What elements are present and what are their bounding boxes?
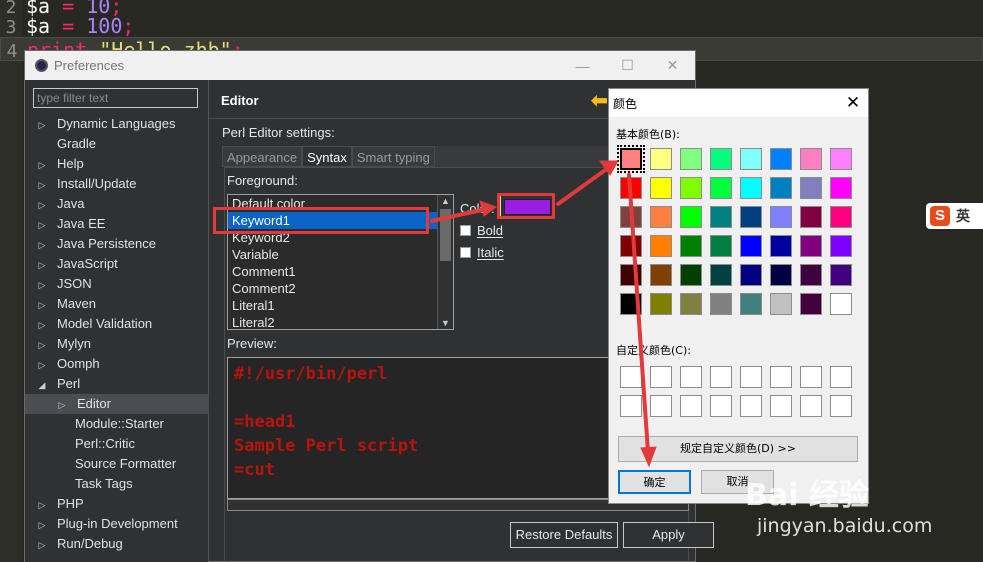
baidu-watermark: Bai 经验	[745, 478, 869, 513]
ime-language-label: 英	[956, 208, 970, 224]
annotation-arrowhead	[479, 200, 498, 217]
annotation-arrow	[627, 173, 650, 454]
annotation-arrowhead	[640, 446, 657, 468]
annotation-arrow	[430, 207, 488, 223]
sogou-icon: S	[930, 206, 950, 226]
annotation-arrow	[556, 166, 610, 206]
watermark-url: jingyan.baidu.com	[757, 515, 933, 537]
ime-indicator[interactable]: S 英	[926, 203, 983, 229]
